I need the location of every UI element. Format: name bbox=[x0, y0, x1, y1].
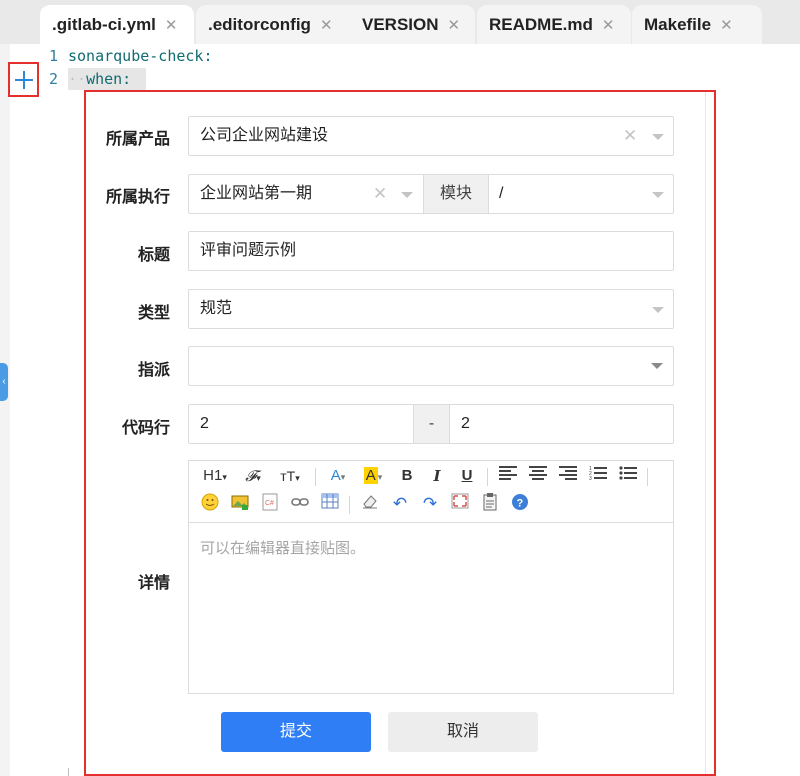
editor-placeholder: 可以在编辑器直接贴图。 bbox=[200, 540, 366, 557]
product-select[interactable]: 公司企业网站建设 ✕ bbox=[188, 116, 674, 156]
underline-icon[interactable]: U bbox=[457, 465, 477, 487]
type-label: 类型 bbox=[137, 305, 170, 322]
code-text: ··when: bbox=[68, 68, 131, 90]
add-comment-button[interactable] bbox=[8, 62, 39, 97]
link-icon[interactable] bbox=[289, 493, 311, 515]
execution-select[interactable]: 企业网站第一期 ✕ 模块 / bbox=[188, 174, 674, 214]
font-size-icon[interactable]: ᴛT▾ bbox=[275, 465, 305, 487]
execution-value: 企业网站第一期 bbox=[200, 185, 313, 202]
product-label: 所属产品 bbox=[105, 131, 170, 148]
font-family-icon[interactable]: 𝓕▾ bbox=[239, 465, 267, 487]
chevron-down-icon bbox=[652, 192, 664, 198]
italic-icon[interactable]: I bbox=[427, 465, 447, 487]
clear-icon[interactable]: ✕ bbox=[373, 175, 387, 213]
align-left-icon[interactable] bbox=[497, 465, 519, 487]
highlight-color-icon[interactable]: A ▾ bbox=[359, 465, 387, 487]
app-window: .gitlab-ci.yml ✕ .editorconfig ✕ VERSION… bbox=[0, 0, 800, 776]
review-issue-dialog: 所属产品 公司企业网站建设 ✕ 所属执行 企业网站第一期 ✕ 模块 / 标题 评… bbox=[84, 90, 716, 776]
align-center-icon[interactable] bbox=[527, 465, 549, 487]
tab-label: .gitlab-ci.yml bbox=[52, 14, 156, 34]
submit-button[interactable]: 提交 bbox=[221, 712, 371, 752]
toolbar-separator bbox=[647, 468, 648, 486]
close-icon[interactable]: ✕ bbox=[602, 16, 615, 34]
editor-gutter bbox=[0, 44, 10, 776]
codeline-from-input[interactable]: 2 bbox=[200, 405, 209, 443]
editor-toolbar: H1▾ 𝓕▾ ᴛT▾ A▾ A ▾ B I U 1 2 3 C# ↶ ↷ ? bbox=[189, 461, 673, 523]
title-input[interactable]: 评审问题示例 bbox=[188, 231, 674, 271]
template-icon[interactable] bbox=[479, 493, 501, 515]
plus-icon bbox=[14, 70, 33, 89]
line-number: 1 bbox=[48, 47, 58, 65]
heading-icon[interactable]: H1▾ bbox=[199, 465, 231, 487]
close-icon[interactable]: ✕ bbox=[720, 16, 733, 34]
tab-label: README.md bbox=[489, 14, 593, 34]
assign-label: 指派 bbox=[137, 362, 170, 379]
close-icon[interactable]: ✕ bbox=[448, 16, 461, 34]
help-icon[interactable]: ? bbox=[509, 493, 531, 515]
dialog-divider bbox=[705, 92, 706, 774]
image-icon[interactable] bbox=[229, 493, 251, 515]
toolbar-separator bbox=[349, 496, 350, 514]
ordered-list-icon[interactable]: 123 bbox=[587, 465, 609, 487]
tab-label: VERSION bbox=[362, 14, 439, 34]
module-value[interactable]: / bbox=[499, 175, 503, 213]
codeline-label: 代码行 bbox=[121, 420, 170, 437]
tabbar-fade bbox=[760, 0, 800, 44]
type-select[interactable]: 规范 bbox=[188, 289, 674, 329]
emoji-icon[interactable] bbox=[199, 493, 221, 515]
indent-guide: ·· bbox=[68, 70, 87, 88]
bullet-list-icon[interactable] bbox=[617, 465, 639, 487]
collapse-handle[interactable]: ‹ bbox=[0, 363, 8, 401]
chevron-down-icon bbox=[651, 363, 663, 369]
type-value: 规范 bbox=[200, 300, 233, 317]
undo-icon[interactable]: ↶ bbox=[389, 493, 411, 515]
tab-label: Makefile bbox=[644, 14, 712, 34]
cancel-button[interactable]: 取消 bbox=[388, 712, 538, 752]
detail-editor[interactable]: H1▾ 𝓕▾ ᴛT▾ A▾ A ▾ B I U 1 2 3 C# ↶ ↷ ? 可… bbox=[188, 460, 674, 694]
heading-label: H1 bbox=[203, 467, 223, 484]
clear-icon[interactable]: ✕ bbox=[623, 117, 637, 155]
title-value: 评审问题示例 bbox=[200, 242, 297, 259]
codeline-range: 2 - 2 bbox=[188, 404, 674, 444]
close-icon[interactable]: ✕ bbox=[320, 16, 333, 34]
tab-bar: .gitlab-ci.yml ✕ .editorconfig ✕ VERSION… bbox=[0, 0, 800, 44]
execution-label: 所属执行 bbox=[105, 189, 170, 206]
table-icon[interactable] bbox=[319, 493, 341, 515]
svg-text:?: ? bbox=[517, 498, 524, 510]
bold-icon[interactable]: B bbox=[397, 465, 417, 487]
font-color-icon[interactable]: A▾ bbox=[325, 465, 351, 487]
chevron-down-icon bbox=[401, 192, 413, 198]
detail-label: 详情 bbox=[137, 575, 170, 592]
product-value: 公司企业网站建设 bbox=[200, 127, 329, 144]
svg-text:3: 3 bbox=[589, 476, 592, 481]
svg-text:C#: C# bbox=[265, 500, 274, 507]
tab-gitlab-ci[interactable]: .gitlab-ci.yml ✕ bbox=[40, 5, 194, 44]
chevron-down-icon bbox=[652, 307, 664, 313]
tab-label: .editorconfig bbox=[208, 14, 311, 34]
range-separator: - bbox=[413, 405, 450, 443]
code-text: sonarqube-check: bbox=[68, 47, 213, 65]
codeline-to-input[interactable]: 2 bbox=[461, 405, 470, 443]
redo-icon[interactable]: ↷ bbox=[419, 493, 441, 515]
code-keyword: when: bbox=[86, 70, 132, 88]
tab-version[interactable]: VERSION ✕ bbox=[350, 5, 475, 44]
align-right-icon[interactable] bbox=[557, 465, 579, 487]
close-icon[interactable]: ✕ bbox=[165, 16, 178, 34]
chevron-down-icon bbox=[652, 134, 664, 140]
code-block-icon[interactable]: C# bbox=[259, 493, 281, 515]
gutter-mark bbox=[68, 768, 69, 776]
assign-select[interactable] bbox=[188, 346, 674, 386]
module-addon: 模块 bbox=[423, 175, 489, 213]
toolbar-separator bbox=[487, 468, 488, 486]
toolbar-separator bbox=[315, 468, 316, 486]
eraser-icon[interactable] bbox=[359, 493, 381, 515]
tab-makefile[interactable]: Makefile ✕ bbox=[632, 5, 762, 44]
line-number: 2 bbox=[48, 70, 58, 88]
title-label: 标题 bbox=[137, 247, 170, 264]
tab-readme[interactable]: README.md ✕ bbox=[477, 5, 631, 44]
fullscreen-icon[interactable] bbox=[449, 493, 471, 515]
